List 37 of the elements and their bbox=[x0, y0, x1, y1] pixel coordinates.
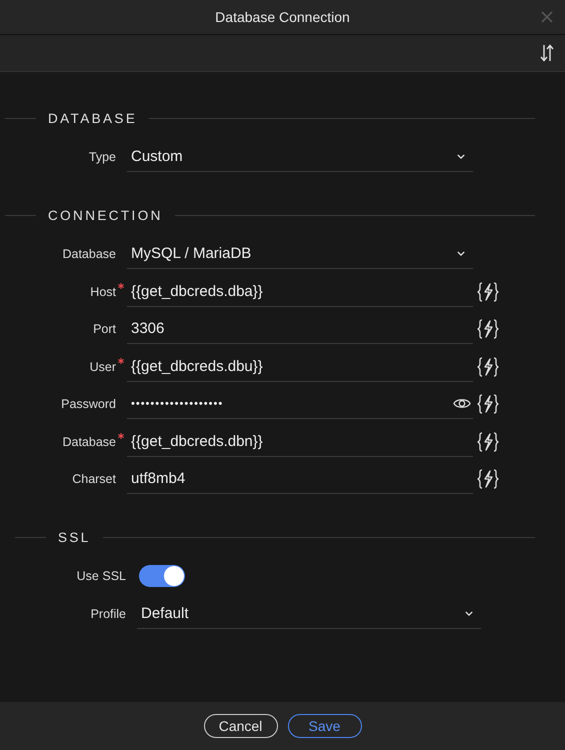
section-heading: DATABASE bbox=[48, 110, 138, 126]
field-label: Host bbox=[90, 284, 116, 298]
input-field[interactable]: utf8mb4 bbox=[127, 464, 473, 494]
chevron-down-icon bbox=[457, 154, 465, 159]
cancel-button[interactable]: Cancel bbox=[204, 714, 278, 738]
password-field[interactable]: ••••••••••••••••••• bbox=[127, 389, 473, 419]
window-title: Database Connection bbox=[215, 9, 350, 25]
field-label: Use SSL bbox=[76, 569, 126, 583]
lightning-braces-icon[interactable] bbox=[477, 432, 499, 452]
field-label: Profile bbox=[90, 606, 126, 620]
lightning-braces-icon[interactable] bbox=[477, 469, 499, 489]
field-label: Type bbox=[88, 150, 116, 164]
field-label: Port bbox=[93, 322, 116, 336]
field-label: Password bbox=[61, 397, 116, 411]
select-field[interactable]: Custom bbox=[127, 142, 473, 172]
section-heading: SSL bbox=[58, 530, 91, 544]
lightning-braces-icon[interactable] bbox=[477, 394, 499, 414]
input-field[interactable]: {{get_dbcreds.dba}} bbox=[127, 276, 473, 306]
select-field[interactable]: MySQL / MariaDB bbox=[127, 239, 473, 269]
input-field[interactable]: 3306 bbox=[127, 314, 473, 344]
field-label: User bbox=[90, 360, 116, 374]
eye-icon[interactable] bbox=[453, 397, 471, 410]
lightning-braces-icon[interactable] bbox=[477, 319, 499, 339]
field-label: Charset bbox=[72, 472, 116, 486]
section-heading: CONNECTION bbox=[48, 208, 163, 222]
select-field[interactable]: Default bbox=[137, 598, 481, 628]
lightning-braces-icon[interactable] bbox=[477, 282, 499, 302]
chevron-down-icon bbox=[457, 251, 465, 256]
lightning-braces-icon[interactable] bbox=[477, 356, 499, 376]
input-field[interactable]: {{get_dbcreds.dbn}} bbox=[127, 426, 473, 456]
input-field[interactable]: {{get_dbcreds.dbu}} bbox=[127, 352, 473, 382]
save-button[interactable]: Save bbox=[288, 714, 362, 738]
chevron-down-icon bbox=[465, 610, 473, 616]
field-label: Database bbox=[62, 434, 116, 448]
field-label: Database bbox=[62, 247, 116, 261]
sort-arrows-icon[interactable] bbox=[540, 44, 554, 62]
toggle-switch[interactable] bbox=[139, 565, 185, 587]
